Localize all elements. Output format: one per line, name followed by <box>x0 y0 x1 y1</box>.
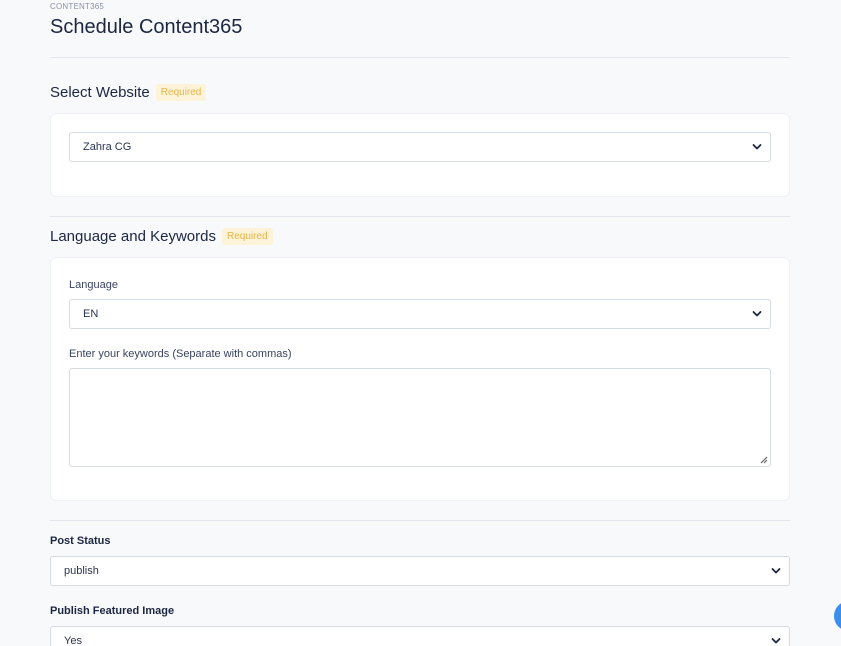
chevron-down-icon <box>771 638 781 644</box>
breadcrumb: CONTENT365 <box>50 2 105 11</box>
website-section-title: Select Website <box>50 84 150 101</box>
required-badge: Required <box>155 84 207 101</box>
resize-grip-icon[interactable] <box>760 456 768 464</box>
language-select[interactable]: EN <box>69 299 771 329</box>
website-card: Zahra CG <box>50 113 790 197</box>
featured-image-label: Publish Featured Image <box>50 605 175 617</box>
required-badge: Required <box>221 228 273 245</box>
divider <box>50 216 790 217</box>
divider <box>50 57 790 58</box>
language-section-title: Language and Keywords <box>50 228 216 245</box>
keywords-textarea[interactable] <box>69 368 771 467</box>
language-select-value: EN <box>83 308 99 320</box>
page-title: Schedule Content365 <box>50 16 243 38</box>
chevron-down-icon <box>752 144 762 150</box>
keywords-label: Enter your keywords (Separate with comma… <box>69 348 292 360</box>
chevron-down-icon <box>752 311 762 317</box>
chevron-down-icon <box>771 568 781 574</box>
website-section-header: Select Website Required <box>50 84 207 101</box>
language-label: Language <box>69 279 118 291</box>
schedule-page: CONTENT365 Schedule Content365 Select We… <box>0 0 841 646</box>
post-status-value: publish <box>64 565 99 577</box>
language-section-header: Language and Keywords Required <box>50 228 273 245</box>
post-status-label: Post Status <box>50 535 111 547</box>
website-select-value: Zahra CG <box>83 141 132 153</box>
language-card: Language EN Enter your keywords (Separat… <box>50 257 790 501</box>
featured-image-select[interactable]: Yes <box>50 626 790 646</box>
help-bubble-icon[interactable] <box>834 601 841 631</box>
post-status-select[interactable]: publish <box>50 556 790 586</box>
website-select[interactable]: Zahra CG <box>69 132 771 162</box>
featured-image-value: Yes <box>64 635 82 646</box>
divider <box>50 520 790 521</box>
